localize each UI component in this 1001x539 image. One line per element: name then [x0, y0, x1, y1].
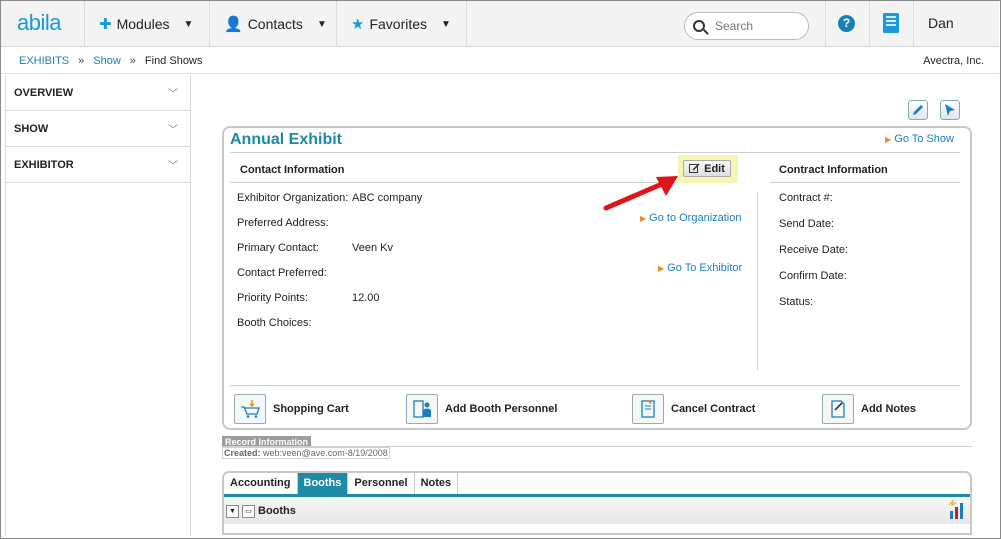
field-label: Preferred Address: — [237, 217, 329, 229]
field-value: ABC company — [352, 192, 423, 204]
contract-field-label: Confirm Date: — [779, 270, 847, 282]
edit-pencil-button[interactable] — [908, 100, 928, 120]
breadcrumb-current: Find Shows — [144, 55, 203, 67]
divider — [825, 1, 826, 47]
red-arrow-annotation — [603, 176, 678, 211]
sidebar-item-label: SHOW — [14, 122, 49, 135]
window-icon[interactable]: ▭ — [242, 504, 255, 518]
search-input[interactable] — [713, 18, 793, 34]
person-icon: 👤 — [224, 16, 243, 33]
tabs-panel: Accounting Booths Personnel Notes ▼ ▭ Bo… — [222, 471, 972, 535]
add-notes-action[interactable]: Add Notes — [822, 394, 916, 424]
divider — [230, 152, 960, 153]
contacts-menu[interactable]: 👤 Contacts ▼ — [209, 1, 336, 47]
organization-icon[interactable] — [883, 13, 899, 33]
bar-chart-icon[interactable] — [948, 500, 966, 520]
arrow-right-icon: ▶ — [658, 264, 665, 273]
breadcrumb-separator: » — [78, 55, 85, 67]
puzzle-icon: ✚ — [99, 16, 112, 33]
field-label: Booth Choices: — [237, 317, 312, 329]
sidebar: OVERVIEW ﹀ SHOW ﹀ EXHIBITOR ﹀ — [5, 75, 191, 536]
field-value: Veen Kv — [352, 242, 393, 254]
shopping-cart-action[interactable]: Shopping Cart — [234, 394, 349, 424]
modules-label: Modules — [116, 16, 170, 32]
add-booth-personnel-action[interactable]: Add Booth Personnel — [406, 394, 557, 424]
edit-icon — [689, 163, 700, 173]
booths-section-header: ▼ ▭ Booths — [224, 498, 970, 524]
favorites-menu[interactable]: ★ Favorites ▼ — [336, 1, 466, 47]
sidebar-item-exhibitor[interactable]: EXHIBITOR ﹀ — [6, 147, 190, 183]
divider — [466, 1, 467, 47]
breadcrumb-show[interactable]: Show — [93, 55, 121, 67]
cancel-contract-action[interactable]: Cancel Contract — [632, 394, 755, 424]
notes-icon — [822, 394, 854, 424]
top-navigation-bar: abila ✚ Modules ▼ 👤 Contacts ▼ ★ Favorit… — [1, 1, 999, 47]
user-menu[interactable]: Dan — [928, 15, 954, 31]
edit-button[interactable]: Edit — [683, 160, 731, 177]
chevron-down-icon: ▼ — [183, 18, 194, 30]
sidebar-item-overview[interactable]: OVERVIEW ﹀ — [6, 75, 190, 111]
divider — [230, 385, 960, 386]
select-pointer-button[interactable] — [940, 100, 960, 120]
help-icon[interactable]: ? — [838, 15, 855, 32]
favorites-label: Favorites — [369, 16, 428, 32]
breadcrumb-exhibits[interactable]: EXHIBITS — [19, 55, 69, 67]
tab-bar: Accounting Booths Personnel Notes — [224, 473, 970, 497]
tab-personnel[interactable]: Personnel — [348, 473, 415, 494]
contract-field-label: Send Date: — [779, 218, 835, 230]
collapse-toggle-icon[interactable]: ▼ — [226, 504, 239, 518]
field-label: Primary Contact: — [237, 242, 319, 254]
contact-info-heading: Contact Information — [240, 164, 345, 176]
chevron-down-icon: ﹀ — [168, 89, 178, 100]
record-card: Annual Exhibit ▶ Go To Show Contact Infor… — [222, 126, 972, 430]
field-label: Priority Points: — [237, 292, 308, 304]
search-box[interactable] — [684, 12, 809, 40]
modules-menu[interactable]: ✚ Modules ▼ — [84, 1, 209, 47]
breadcrumb: EXHIBITS » Show » Find Shows — [19, 55, 202, 67]
star-icon: ★ — [351, 16, 365, 33]
contract-info-heading: Contract Information — [779, 164, 888, 176]
cancel-contract-icon — [632, 394, 664, 424]
search-icon — [693, 20, 705, 32]
contract-field-label: Status: — [779, 296, 814, 308]
cursor-icon — [945, 104, 955, 116]
contract-field-label: Receive Date: — [779, 244, 849, 256]
sidebar-item-show[interactable]: SHOW ﹀ — [6, 111, 190, 147]
field-label: Contact Preferred: — [237, 267, 327, 279]
record-created: Created: web:veen@ave.com-8/19/2008 — [222, 447, 390, 459]
tab-notes[interactable]: Notes — [415, 473, 459, 494]
divider — [869, 1, 870, 47]
chevron-down-icon: ﹀ — [168, 125, 178, 136]
go-to-show-link[interactable]: ▶ Go To Show — [885, 133, 954, 145]
go-to-exhibitor-link[interactable]: ▶ Go To Exhibitor — [658, 262, 742, 274]
page-title: Annual Exhibit — [230, 131, 342, 148]
column-divider — [757, 192, 758, 370]
pencil-icon — [913, 105, 923, 115]
tab-booths[interactable]: Booths — [297, 473, 349, 494]
sidebar-item-label: OVERVIEW — [14, 86, 74, 99]
chevron-down-icon: ▼ — [441, 18, 451, 30]
sidebar-item-label: EXHIBITOR — [14, 158, 74, 171]
booth-personnel-icon — [406, 394, 438, 424]
company-name: Avectra, Inc. — [923, 55, 984, 67]
breadcrumb-bar: EXHIBITS » Show » Find Shows Avectra, Inc. — [1, 48, 999, 74]
breadcrumb-separator: » — [129, 55, 136, 67]
divider — [913, 1, 914, 47]
abila-logo[interactable]: abila — [17, 10, 61, 36]
contacts-label: Contacts — [247, 16, 303, 32]
booths-section-title: Booths — [258, 505, 296, 517]
field-value: 12.00 — [352, 292, 380, 304]
divider — [770, 182, 960, 183]
arrow-right-icon: ▶ — [885, 135, 892, 144]
chevron-down-icon: ﹀ — [168, 161, 178, 172]
chevron-down-icon: ▼ — [316, 18, 327, 30]
field-label: Exhibitor Organization: — [237, 192, 349, 204]
tab-accounting[interactable]: Accounting — [224, 473, 298, 494]
shopping-cart-icon — [234, 394, 266, 424]
contract-field-label: Contract #: — [779, 192, 833, 204]
